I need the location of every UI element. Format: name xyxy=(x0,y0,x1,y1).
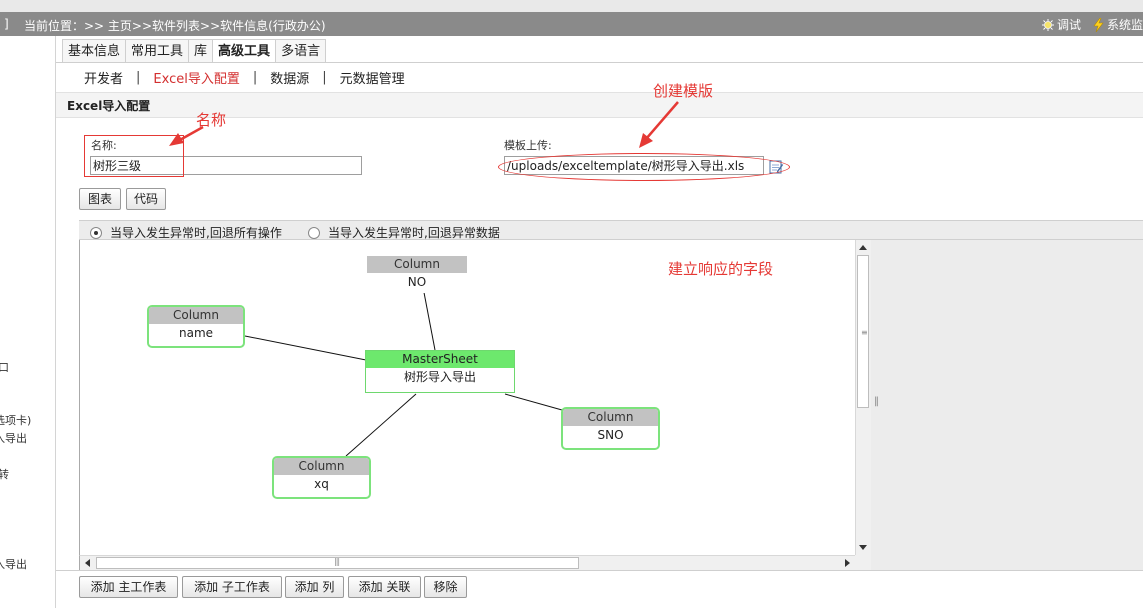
name-highlight-box xyxy=(84,135,184,177)
tab-divider xyxy=(56,62,1143,63)
master-sheet-node[interactable]: MasterSheet 树形导入导出 xyxy=(365,350,515,393)
subnav-separator: | xyxy=(322,70,327,85)
remove-button[interactable]: 移除 xyxy=(424,576,467,598)
subnav-excel-import[interactable]: Excel导入配置 xyxy=(153,68,239,87)
subnav-separator: | xyxy=(136,70,141,85)
column-node-header: Column xyxy=(367,256,467,273)
horizontal-scroll-thumb[interactable]: ||| xyxy=(96,557,579,569)
connector-sno xyxy=(504,393,563,411)
scroll-grip-icon: ||| xyxy=(334,557,340,566)
scroll-right-arrow-icon[interactable] xyxy=(845,559,850,567)
scroll-down-arrow-icon[interactable] xyxy=(859,545,867,550)
tab-library[interactable]: 库 xyxy=(188,39,214,63)
main-tabs: 基本信息 常用工具 库 高级工具 多语言 xyxy=(62,39,327,63)
chart-view-button[interactable]: 图表 xyxy=(79,188,121,210)
add-relation-button[interactable]: 添加 关联 xyxy=(348,576,421,598)
diagram-canvas[interactable]: Column NO Column name MasterSheet 树形导入导出… xyxy=(79,240,855,555)
column-node-no[interactable]: Column NO xyxy=(367,256,467,293)
left-fragment[interactable]: 入导出 xyxy=(0,430,27,446)
column-node-value: SNO xyxy=(597,428,624,442)
annotation-name: 名称 xyxy=(196,111,227,129)
scroll-left-arrow-icon[interactable] xyxy=(85,559,90,567)
option-rollback-errors[interactable]: 当导入发生异常时,回退异常数据 xyxy=(308,224,500,241)
annotation-create-template: 创建模版 xyxy=(653,82,714,100)
scroll-grip-icon: ≡ xyxy=(861,328,868,337)
add-column-button[interactable]: 添加 列 xyxy=(285,576,344,598)
subnav-datasource[interactable]: 数据源 xyxy=(270,68,309,87)
sub-navigation: 开发者 | Excel导入配置 | 数据源 | 元数据管理 xyxy=(84,68,405,87)
option-rollback-errors-label: 当导入发生异常时,回退异常数据 xyxy=(328,226,500,240)
column-node-header: Column xyxy=(274,458,369,475)
master-sheet-header: MasterSheet xyxy=(366,351,514,368)
column-node-value: NO xyxy=(407,275,427,289)
tab-common-tools[interactable]: 常用工具 xyxy=(125,39,190,63)
system-monitor-label: 系统监 xyxy=(1106,18,1143,32)
subnav-metadata[interactable]: 元数据管理 xyxy=(340,68,405,87)
rollback-options: 当导入发生异常时,回退所有操作 当导入发生异常时,回退异常数据 xyxy=(79,220,1143,240)
column-node-sno[interactable]: Column SNO xyxy=(561,407,660,450)
debug-button[interactable]: 调试 xyxy=(1041,16,1081,33)
title-lead: ] xyxy=(4,17,9,31)
window-top-strip xyxy=(0,0,1143,12)
debug-label: 调试 xyxy=(1056,18,1081,32)
column-node-header: Column xyxy=(149,307,243,324)
left-tree-panel: 口 选项卡) 入导出 转 入导出 xyxy=(0,36,56,608)
system-monitor-button[interactable]: 系统监 xyxy=(1093,16,1143,33)
vertical-scroll-thumb[interactable]: ≡ xyxy=(857,255,869,408)
tab-advanced-tools[interactable]: 高级工具 xyxy=(212,39,277,63)
column-node-name[interactable]: Column name xyxy=(147,305,245,348)
column-node-value: name xyxy=(178,326,214,340)
panel-splitter-handle[interactable]: ‖ xyxy=(874,396,879,407)
column-node-value: xq xyxy=(314,477,329,491)
tab-basic-info[interactable]: 基本信息 xyxy=(62,39,127,63)
bottom-divider xyxy=(56,570,1143,571)
scrollbar-corner xyxy=(855,555,871,570)
connector-name xyxy=(244,335,367,361)
diagram-horizontal-scrollbar[interactable]: ||| xyxy=(79,555,855,570)
left-fragment[interactable]: 入导出 xyxy=(0,556,27,572)
connector-xq xyxy=(345,393,417,457)
column-node-header: Column xyxy=(563,409,658,426)
annotation-build-fields: 建立响应的字段 xyxy=(668,260,774,278)
option-rollback-all-label: 当导入发生异常时,回退所有操作 xyxy=(110,226,282,240)
radio-unchecked-icon[interactable] xyxy=(308,226,320,239)
title-tools: 调试 系统监 xyxy=(1041,16,1143,33)
subnav-developer[interactable]: 开发者 xyxy=(84,68,123,87)
radio-checked-icon[interactable] xyxy=(90,226,102,239)
template-label: 模板上传: xyxy=(504,139,552,152)
lightning-icon xyxy=(1093,17,1104,32)
column-node-xq[interactable]: Column xq xyxy=(272,456,371,499)
left-fragment[interactable]: 选项卡) xyxy=(0,412,31,428)
left-fragment[interactable]: 转 xyxy=(0,466,9,482)
diagram-connectors xyxy=(244,281,563,457)
scroll-up-arrow-icon[interactable] xyxy=(859,245,867,250)
title-bar: ] 当前位置：>> 主页>>软件列表>>软件信息(行政办公) 调试 系统监 xyxy=(0,12,1143,36)
left-fragment[interactable]: 口 xyxy=(0,359,9,375)
section-title: Excel导入配置 xyxy=(67,99,151,113)
option-rollback-all[interactable]: 当导入发生异常时,回退所有操作 xyxy=(90,224,282,241)
master-sheet-value: 树形导入导出 xyxy=(403,370,476,384)
template-highlight-ellipse xyxy=(498,153,790,181)
code-view-button[interactable]: 代码 xyxy=(126,188,166,210)
properties-panel xyxy=(871,240,1143,570)
breadcrumb: 当前位置：>> 主页>>软件列表>>软件信息(行政办公) xyxy=(24,19,326,33)
add-main-sheet-button[interactable]: 添加 主工作表 xyxy=(79,576,178,598)
tab-multilanguage[interactable]: 多语言 xyxy=(275,39,327,63)
add-sub-sheet-button[interactable]: 添加 子工作表 xyxy=(182,576,282,598)
bug-icon xyxy=(1041,18,1054,31)
subnav-separator: | xyxy=(252,70,258,85)
diagram-vertical-scrollbar[interactable]: ≡ xyxy=(855,240,871,555)
